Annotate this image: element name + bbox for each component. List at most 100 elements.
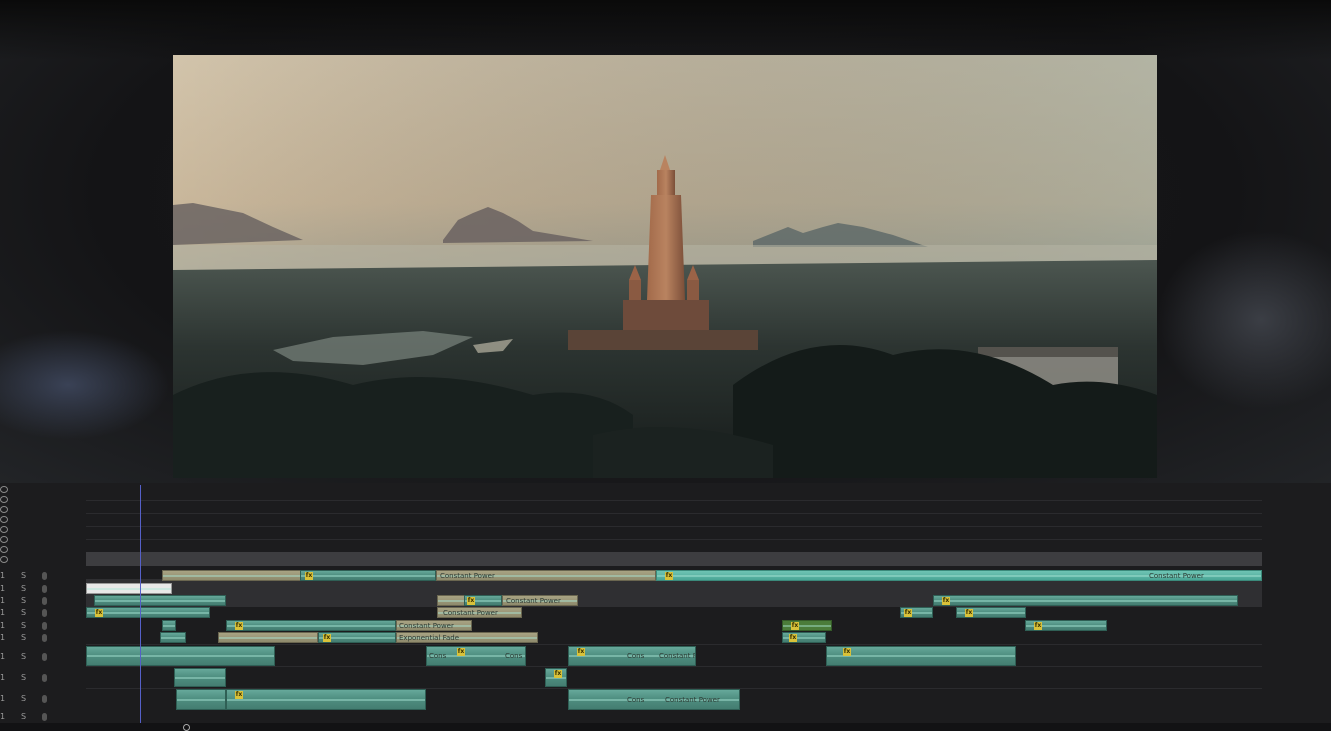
program-monitor-area [0, 0, 1331, 483]
audio-clip[interactable]: fx [782, 632, 826, 643]
track-divider [86, 526, 1262, 527]
audio-clip[interactable] [86, 646, 275, 666]
fx-badge: fx [305, 572, 313, 580]
timeline-scrollbar[interactable] [0, 723, 1331, 731]
audio-clip[interactable]: Cons Constant Power [568, 689, 740, 710]
eye-icon[interactable] [0, 496, 8, 503]
audio-track-header: 1 S [0, 607, 86, 619]
track-number: 1 [0, 712, 6, 721]
audio-clip[interactable] [162, 620, 176, 631]
eye-icon[interactable] [0, 536, 8, 543]
clip-label: Constant Power [665, 696, 720, 704]
eye-icon[interactable] [0, 516, 8, 523]
track-number: 1 [0, 584, 6, 593]
audio-clip[interactable] [218, 632, 318, 643]
audio-clip[interactable]: fx [545, 668, 567, 687]
audio-clip[interactable]: fx [956, 607, 1026, 618]
track-number: 1 [0, 633, 6, 642]
fx-badge: fx [665, 572, 673, 580]
solo-button[interactable]: S [21, 596, 26, 605]
solo-button[interactable]: S [21, 608, 26, 617]
audio-clip[interactable]: fx Cons Constant P [568, 646, 696, 666]
eye-icon[interactable] [0, 556, 8, 563]
clip-label: Constant Power [443, 609, 498, 617]
fx-badge: fx [554, 670, 562, 678]
audio-clip[interactable] [174, 668, 226, 687]
microphone-icon[interactable] [42, 695, 47, 703]
audio-clip[interactable]: fx [226, 689, 426, 710]
track-number: 1 [0, 652, 6, 661]
audio-clip[interactable]: Exponential Fade [396, 632, 538, 643]
clip-label: Exponential Fade [399, 634, 460, 642]
fx-badge: fx [789, 634, 797, 642]
audio-clip[interactable]: fx [900, 607, 933, 618]
solo-button[interactable]: S [21, 633, 26, 642]
eye-icon[interactable] [0, 526, 8, 533]
program-monitor-frame [173, 55, 1157, 478]
solo-button[interactable]: S [21, 712, 26, 721]
audio-clip-selected[interactable] [86, 583, 172, 594]
audio-clip[interactable]: fx [1025, 620, 1107, 631]
audio-track-header: 1 S [0, 595, 86, 607]
audio-clip[interactable]: Constant Power [502, 595, 578, 606]
audio-track-header: 1 S [0, 651, 86, 663]
audio-clip[interactable] [437, 595, 465, 606]
microphone-icon[interactable] [42, 713, 47, 721]
solo-button[interactable]: S [21, 571, 26, 580]
microphone-icon[interactable] [42, 585, 47, 593]
eye-icon[interactable] [0, 486, 8, 493]
clip-label: Constant Power [440, 572, 495, 580]
clip-label: Cons [505, 652, 523, 660]
audio-clip[interactable]: fx [318, 632, 396, 643]
fx-badge: fx [235, 622, 243, 630]
audio-clip[interactable]: fx [300, 570, 436, 581]
audio-track-header: 1 S [0, 711, 86, 723]
audio-clip[interactable] [176, 689, 226, 710]
clip-label: Constant P [659, 652, 696, 660]
fx-badge: fx [942, 597, 950, 605]
audio-clip[interactable]: fx [933, 595, 1238, 606]
solo-button[interactable]: S [21, 673, 26, 682]
audio-clip[interactable]: fx Constant Power [656, 570, 1262, 581]
solo-button[interactable]: S [21, 694, 26, 703]
microphone-icon[interactable] [42, 572, 47, 580]
audio-clip[interactable] [160, 632, 186, 643]
track-number: 1 [0, 571, 6, 580]
audio-clip[interactable]: fx [86, 607, 210, 618]
eye-icon[interactable] [0, 546, 8, 553]
microphone-icon[interactable] [42, 597, 47, 605]
audio-clip[interactable]: fx [782, 620, 832, 631]
background-glow-right [1156, 230, 1331, 410]
track-divider [86, 513, 1262, 514]
clip-label: Constant Power [1149, 572, 1204, 580]
eye-icon[interactable] [0, 506, 8, 513]
microphone-icon[interactable] [42, 674, 47, 682]
playhead[interactable] [140, 485, 141, 723]
fx-badge: fx [843, 648, 851, 656]
audio-clip[interactable]: fx [826, 646, 1016, 666]
audio-clip[interactable]: fx [464, 595, 502, 606]
track-number: 1 [0, 621, 6, 630]
solo-button[interactable]: S [21, 621, 26, 630]
fx-badge: fx [904, 609, 912, 617]
solo-button[interactable]: S [21, 652, 26, 661]
microphone-icon[interactable] [42, 609, 47, 617]
track-divider [86, 500, 1262, 501]
audio-clip[interactable]: fx [226, 620, 396, 631]
audio-clip[interactable]: Constant Power [437, 607, 522, 618]
fx-badge: fx [235, 691, 243, 699]
audio-clip[interactable]: Cons fx Cons [426, 646, 526, 666]
zoom-handle[interactable] [183, 724, 190, 731]
track-divider [86, 539, 1262, 540]
microphone-icon[interactable] [42, 622, 47, 630]
audio-clip[interactable]: Constant Power [396, 620, 472, 631]
audio-track-header: 1 S [0, 693, 86, 705]
solo-button[interactable]: S [21, 584, 26, 593]
microphone-icon[interactable] [42, 634, 47, 642]
microphone-icon[interactable] [42, 653, 47, 661]
audio-clip[interactable]: Constant Power [436, 570, 656, 581]
audio-clip[interactable] [162, 570, 302, 581]
fx-badge: fx [577, 648, 585, 656]
audio-clip[interactable] [94, 595, 226, 606]
clip-label: Cons [429, 652, 447, 660]
